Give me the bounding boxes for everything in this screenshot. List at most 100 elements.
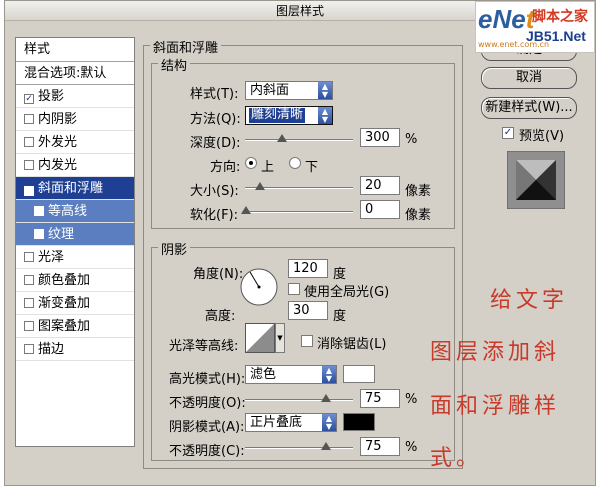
checkbox-icon[interactable] [24, 344, 34, 354]
soften-unit: 像素 [405, 208, 432, 223]
style-item-drop-shadow[interactable]: ✓ 投影 [16, 85, 134, 108]
direction-up-label: 上 [261, 160, 275, 175]
watermark-site-cn: 脚本之家 [532, 9, 588, 25]
angle-input[interactable]: 120 [288, 259, 328, 278]
style-item-pattern-overlay[interactable]: 图案叠加 [16, 315, 134, 338]
soften-label: 软化(F): [190, 208, 239, 223]
watermark-small-url: www.enet.com.cn [478, 40, 550, 49]
checkbox-icon[interactable] [24, 252, 34, 262]
style-select[interactable]: 内斜面 ▲ ▼ [245, 81, 333, 100]
size-unit: 像素 [405, 184, 432, 199]
preview-checkbox[interactable]: ✓ [502, 127, 514, 139]
slider-thumb-icon[interactable] [241, 206, 251, 214]
depth-input[interactable]: 300 [360, 128, 400, 147]
altitude-unit: 度 [333, 309, 347, 324]
structure-title: 结构 [158, 55, 191, 74]
shadow-opacity-unit: % [405, 440, 418, 455]
style-item-outer-glow[interactable]: 外发光 [16, 131, 134, 154]
preview-label: 预览(V) [519, 129, 565, 144]
chevron-down-icon: ▼ [277, 334, 283, 342]
styles-header[interactable]: 样式 [16, 38, 134, 62]
shadow-color-swatch[interactable] [343, 413, 375, 431]
highlight-mode-label: 高光模式(H): [169, 372, 246, 387]
annotation-line-1: 给文字 [490, 288, 569, 313]
bevel-emboss-title: 斜面和浮雕 [150, 37, 222, 56]
gloss-contour-label: 光泽等高线: [169, 339, 239, 354]
depth-label: 深度(D): [190, 136, 241, 151]
style-item-inner-glow[interactable]: 内发光 [16, 154, 134, 177]
checkbox-icon[interactable] [34, 206, 44, 216]
technique-value-highlight: 雕刻清晰 [249, 107, 306, 123]
direction-down-radio[interactable] [289, 157, 301, 169]
size-label: 大小(S): [190, 184, 239, 199]
style-item-contour[interactable]: 等高线 [16, 200, 134, 223]
direction-up-radio[interactable] [245, 157, 257, 169]
checkbox-icon[interactable] [24, 160, 34, 170]
slider-thumb-icon[interactable] [321, 442, 331, 450]
checkbox-icon[interactable] [24, 321, 34, 331]
style-item-stroke[interactable]: 描边 [16, 338, 134, 361]
global-light-checkbox[interactable] [288, 283, 300, 295]
style-label: 样式(T): [190, 87, 239, 102]
style-item-color-overlay[interactable]: 颜色叠加 [16, 269, 134, 292]
gloss-contour-dropdown[interactable]: ▼ [275, 323, 285, 353]
technique-select[interactable]: 雕刻清晰 ▲ ▼ [245, 106, 333, 125]
cancel-button[interactable]: 取消 [481, 67, 577, 89]
shadow-opacity-label: 不透明度(C): [169, 444, 245, 459]
style-item-inner-shadow[interactable]: 内阴影 [16, 108, 134, 131]
size-input[interactable]: 20 [360, 176, 400, 195]
altitude-input[interactable]: 30 [288, 301, 328, 320]
highlight-color-swatch[interactable] [343, 365, 375, 383]
anti-alias-label: 消除锯齿(L) [317, 337, 387, 352]
soften-input[interactable]: 0 [360, 200, 400, 219]
shadow-mode-label: 阴影模式(A): [169, 420, 245, 435]
annotation-line-3: 面和浮雕样 [430, 394, 561, 419]
blending-options-item[interactable]: 混合选项:默认 [16, 62, 134, 85]
dropdown-arrow-icon: ▲ ▼ [322, 366, 336, 383]
styles-list: 样式 混合选项:默认 ✓ 投影 内阴影 外发光 内发光 ✓ 斜面和浮雕 等高线 纹理… [15, 37, 135, 447]
annotation-line-4: 式。 [430, 446, 483, 471]
highlight-opacity-unit: % [405, 392, 418, 407]
slider-thumb-icon[interactable] [255, 182, 265, 190]
shadow-opacity-input[interactable]: 75 [360, 437, 400, 456]
highlight-opacity-slider[interactable] [245, 394, 353, 402]
checkbox-icon[interactable] [24, 114, 34, 124]
slider-thumb-icon[interactable] [321, 394, 331, 402]
preview-thumbnail [507, 151, 565, 209]
angle-label: 角度(N): [193, 267, 244, 282]
checkbox-icon[interactable] [24, 275, 34, 285]
shadow-mode-select[interactable]: 正片叠底 ▲ ▼ [245, 413, 337, 432]
altitude-label: 高度: [205, 309, 236, 324]
highlight-opacity-label: 不透明度(O): [169, 396, 246, 411]
style-item-bevel-emboss[interactable]: ✓ 斜面和浮雕 [16, 177, 134, 200]
depth-unit: % [405, 132, 418, 147]
size-slider[interactable] [245, 182, 353, 190]
global-light-label: 使用全局光(G) [304, 285, 390, 300]
technique-label: 方法(Q): [190, 112, 241, 127]
gloss-contour-picker[interactable] [245, 323, 275, 353]
checkbox-checked-icon[interactable]: ✓ [24, 94, 34, 104]
checkbox-icon[interactable] [24, 298, 34, 308]
angle-unit: 度 [333, 267, 347, 282]
style-item-texture[interactable]: 纹理 [16, 223, 134, 246]
new-style-button[interactable]: 新建样式(W)... [481, 97, 577, 119]
shading-title: 阴影 [158, 239, 191, 258]
shadow-opacity-slider[interactable] [245, 442, 353, 450]
checkbox-checked-icon[interactable]: ✓ [24, 186, 34, 196]
highlight-opacity-input[interactable]: 75 [360, 389, 400, 408]
site-watermark-logo: eNet 脚本之家 JB51.Net www.enet.com.cn [475, 1, 595, 53]
checkbox-icon[interactable] [24, 137, 34, 147]
soften-slider[interactable] [241, 206, 353, 214]
style-item-gradient-overlay[interactable]: 渐变叠加 [16, 292, 134, 315]
checkbox-icon[interactable] [34, 229, 44, 239]
direction-label: 方向: [210, 160, 241, 175]
dropdown-arrow-icon: ▲ ▼ [318, 82, 332, 99]
slider-thumb-icon[interactable] [277, 134, 287, 142]
angle-dial[interactable] [239, 267, 279, 307]
depth-slider[interactable] [245, 134, 353, 142]
anti-alias-checkbox[interactable] [301, 335, 313, 347]
dropdown-arrow-icon: ▲ ▼ [322, 414, 336, 431]
highlight-mode-select[interactable]: 滤色 ▲ ▼ [245, 365, 337, 384]
style-item-satin[interactable]: 光泽 [16, 246, 134, 269]
annotation-line-2: 图层添加斜 [430, 340, 561, 365]
